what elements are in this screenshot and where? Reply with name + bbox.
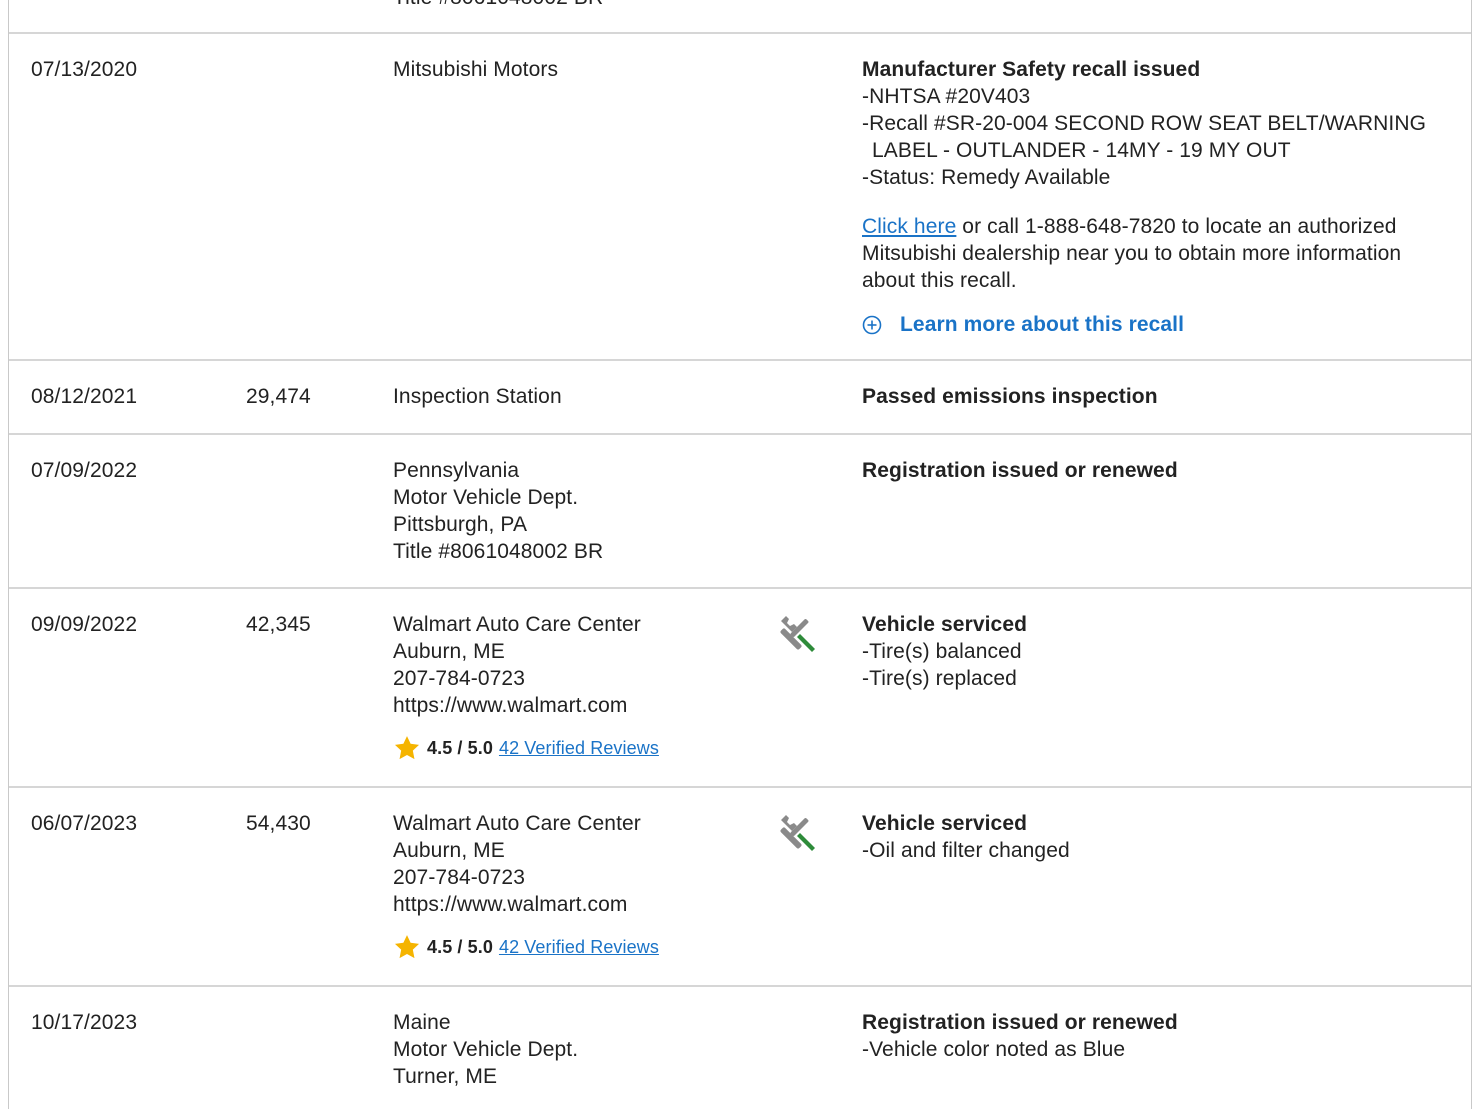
record-source: Maine Motor Vehicle Dept. Turner, ME [393, 1011, 579, 1088]
detail-item: -NHTSA #20V403 [862, 85, 1031, 108]
detail-item: -Recall #SR-20-004 SECOND ROW SEAT BELT/… [862, 112, 1427, 162]
detail-title: Vehicle serviced [862, 613, 1028, 636]
record-date: 06/07/2023 [31, 812, 138, 835]
record-date: 08/12/2021 [31, 385, 138, 408]
record-odometer: 29,474 [246, 385, 311, 408]
detail-item: -Oil and filter changed [862, 839, 1070, 862]
record-odometer: 42,345 [246, 613, 311, 636]
record-date: 07/09/2022 [31, 459, 138, 482]
rating-score: 4.5 / 5.0 [427, 737, 493, 758]
record-source: Walmart Auto Care Center Auburn, ME 207-… [393, 611, 659, 762]
record-source: Walmart Auto Care Center Auburn, ME 207-… [393, 810, 659, 961]
record-details: Passed emissions inspection [862, 383, 1452, 410]
record-source: Pennsylvania Motor Vehicle Dept. Pittsbu… [393, 459, 604, 563]
table-row: 07/09/2022 Pennsylvania Motor Vehicle De… [9, 433, 1471, 589]
record-source: Inspection Station [393, 385, 562, 408]
star-icon [394, 935, 420, 959]
record-date: 09/09/2022 [31, 613, 138, 636]
record-details: Vehicle serviced -Tire(s) balanced -Tire… [862, 611, 1452, 692]
recall-contact-text: Click here or call 1-888-648-7820 to loc… [862, 215, 1402, 292]
table-row: 08/12/2021 29,474 Inspection Station Pas… [9, 359, 1471, 435]
record-date: 07/13/2020 [31, 58, 138, 81]
detail-item: -Tire(s) replaced [862, 667, 1017, 690]
record-details: Vehicle serviced -Oil and filter changed [862, 810, 1452, 864]
vehicle-history-table: Title #8061048002 BR 07/13/2020 Mitsubis… [8, 0, 1472, 1109]
detail-item: -Tire(s) balanced [862, 640, 1022, 663]
detail-title: Registration issued or renewed [862, 459, 1178, 482]
learn-more-recall-button[interactable]: Learn more about this recall [862, 311, 1452, 338]
detail-title: Manufacturer Safety recall issued [862, 58, 1201, 81]
record-details: Manufacturer Safety recall issued -NHTSA… [862, 56, 1452, 338]
rating-score: 4.5 / 5.0 [427, 936, 493, 957]
detail-title: Passed emissions inspection [862, 385, 1158, 408]
record-date: 10/17/2023 [31, 1011, 138, 1034]
service-tools-icon [780, 815, 815, 851]
previous-row-fragment: Title #8061048002 BR [393, 0, 603, 11]
plus-circle-icon [862, 315, 882, 334]
shop-rating: 4.5 / 5.0 42 Verified Reviews [393, 734, 659, 762]
table-row: 09/09/2022 42,345 Walmart Auto Care Cent… [9, 587, 1471, 788]
detail-item: -Vehicle color noted as Blue [862, 1038, 1126, 1061]
table-row: 10/17/2023 Maine Motor Vehicle Dept. Tur… [9, 985, 1471, 1109]
record-details: Registration issued or renewed -Vehicle … [862, 1009, 1452, 1063]
shop-website: https://www.walmart.com [393, 893, 628, 916]
table-row: 07/13/2020 Mitsubishi Motors Manufacture… [9, 32, 1471, 361]
record-source: Mitsubishi Motors [393, 58, 559, 81]
star-icon [394, 736, 420, 760]
detail-item: -Status: Remedy Available [862, 166, 1111, 189]
verified-reviews-link[interactable]: 42 Verified Reviews [499, 934, 659, 961]
table-row: 06/07/2023 54,430 Walmart Auto Care Cent… [9, 786, 1471, 987]
record-odometer: 54,430 [246, 812, 311, 835]
recall-click-here-link[interactable]: Click here [862, 215, 956, 238]
record-details: Registration issued or renewed [862, 457, 1452, 484]
detail-title: Registration issued or renewed [862, 1011, 1178, 1034]
detail-title: Vehicle serviced [862, 812, 1028, 835]
shop-rating: 4.5 / 5.0 42 Verified Reviews [393, 933, 659, 961]
service-tools-icon [780, 616, 815, 652]
verified-reviews-link[interactable]: 42 Verified Reviews [499, 735, 659, 762]
shop-website: https://www.walmart.com [393, 694, 628, 717]
